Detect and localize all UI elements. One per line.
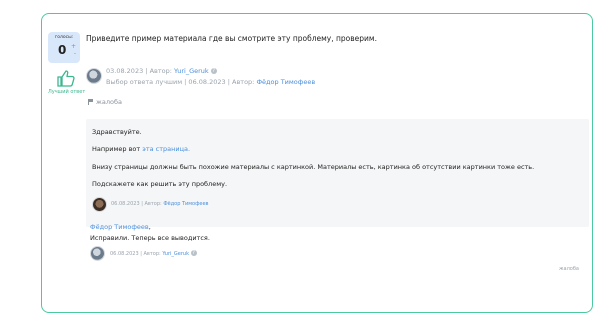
reply-mention: Фёдор Тимофеев,: [90, 223, 151, 231]
example-page-link[interactable]: эта страница.: [142, 145, 190, 153]
flag-icon: [88, 99, 93, 105]
avatar[interactable]: [92, 197, 107, 212]
vote-label: голосы:: [54, 35, 74, 40]
answer-problem: Внизу страницы должны быть похожие матер…: [92, 163, 535, 171]
author-link[interactable]: Yuri_Geruk: [162, 251, 189, 257]
best-choice-meta: Выбор ответа лучшим | 06.08.2023 | Автор…: [106, 78, 316, 86]
meta-author-prefix: Автор:: [149, 67, 172, 75]
author-link[interactable]: Фёдор Тимофеев: [256, 78, 315, 86]
answer-question: Подскажете как решить эту проблему.: [92, 180, 228, 188]
mention-link[interactable]: Фёдор Тимофеев: [90, 223, 149, 231]
meta-author-prefix: Автор:: [143, 251, 161, 257]
quoted-answer: Здравствуйте. Например вот эта страница.…: [86, 119, 589, 227]
meta-author-prefix: Автор:: [232, 78, 255, 86]
info-icon[interactable]: ?: [190, 250, 197, 256]
meta-date: 06.08.2023: [111, 201, 140, 207]
best-answer-label: Лучший ответ: [48, 89, 86, 95]
complaint-label: жалоба: [96, 98, 122, 106]
thumbs-up-icon: [57, 70, 75, 87]
vote-box: голосы: 0 + -: [48, 32, 80, 63]
meta-author-prefix: Автор:: [144, 201, 162, 207]
meta-date: 03.08.2023: [106, 67, 144, 75]
comment-meta: 03.08.2023 | Автор: Yuri_Geruk ?: [106, 67, 217, 75]
reply-meta: 06.08.2023 | Автор: Yuri_Geruk ?: [110, 250, 197, 257]
complaint-link[interactable]: жалоба: [559, 266, 579, 272]
reply-text: Исправили. Теперь все выводится.: [90, 234, 210, 242]
author-link[interactable]: Yuri_Geruk: [174, 67, 209, 75]
vote-down-button[interactable]: -: [74, 51, 76, 57]
answer-meta: 06.08.2023 | Автор: Фёдор Тимофеев: [111, 201, 209, 207]
meta-date: 06.08.2023: [110, 251, 139, 257]
info-icon[interactable]: ?: [210, 68, 217, 74]
vote-count: 0: [58, 43, 67, 57]
answer-greeting: Здравствуйте.: [92, 128, 142, 136]
complaint-link[interactable]: жалоба: [88, 98, 122, 106]
answer-example: Например вот эта страница.: [92, 145, 190, 153]
mention-comma: ,: [148, 223, 151, 231]
best-answer-badge: Лучший ответ: [48, 70, 86, 95]
author-link[interactable]: Фёдор Тимофеев: [163, 201, 208, 207]
best-choice-text: Выбор ответа лучшим | 06.08.2023: [106, 78, 226, 86]
avatar[interactable]: [90, 246, 105, 261]
comment-text: Приведите пример материала где вы смотри…: [86, 34, 377, 43]
answer-example-prefix: Например вот: [92, 145, 141, 153]
avatar[interactable]: [86, 68, 102, 84]
answer-card: голосы: 0 + - Лучший ответ Приведите при…: [41, 13, 593, 313]
